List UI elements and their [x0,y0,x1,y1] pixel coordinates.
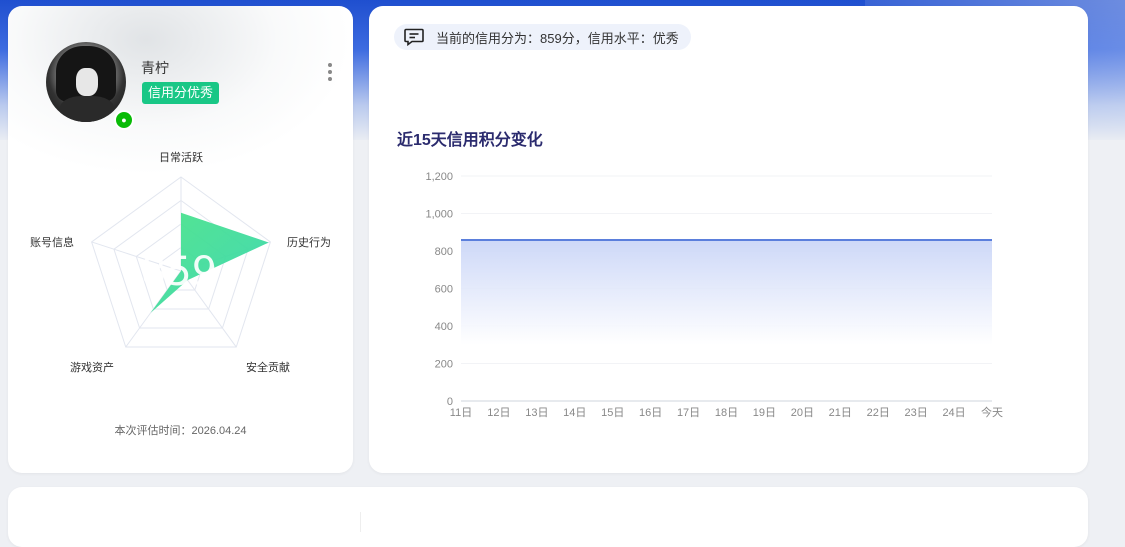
evaluation-time: 本次评估时间：2026.04.24 [114,425,247,437]
message-icon [404,28,424,46]
radar-axis-label: 安全贡献 [246,360,290,374]
credit-radar-chart: 859 日常活跃历史行为安全贡献 游戏资产 账号信息 [30,150,331,374]
y-tick-label: 1,000 [425,209,453,221]
y-tick-label: 1,200 [425,171,453,183]
x-tick-label: 今天 [981,405,1003,419]
x-tick-label: 19日 [753,407,776,419]
bottom-card [8,487,1088,547]
y-tick-label: 600 [435,284,453,296]
credit-score-message: 当前的信用分为：859分，信用水平：优秀 [394,24,691,50]
x-tick-label: 12日 [487,407,510,419]
y-tick-label: 200 [435,359,453,371]
x-tick-label: 20日 [791,407,814,419]
radar-axis-label: 历史行为 [287,236,331,249]
x-tick-label: 23日 [905,407,928,419]
radar-axis-label: 账号信息 [30,235,74,249]
avatar[interactable] [46,42,126,122]
credit-level-badge: 信用分优秀 [142,82,220,104]
x-tick-label: 24日 [942,407,965,419]
x-tick-label: 17日 [677,407,700,419]
divider [360,512,361,532]
x-tick-label: 22日 [867,407,890,419]
credit-trend-chart: 02004006008001,0001,20011日 12日 13日 14日 15日 16… [425,171,1003,419]
credit-score-value: 859 [141,249,217,295]
x-tick-label: 15日 [601,407,624,419]
y-tick-label: 800 [435,246,453,258]
more-options-icon[interactable] [325,63,335,85]
username: 青柠 [141,60,169,76]
profile-card: ● 青柠 信用分优秀 859 日常活跃历史行为安全贡献 游戏资产 账号信息 本次评估时… [8,6,353,473]
y-tick-label: 400 [435,321,453,333]
radar-axis-label: 游戏资产 [70,360,114,374]
x-tick-label: 18日 [715,407,738,419]
radar-axis-label: 日常活跃 [159,150,203,164]
x-tick-label: 13日 [525,407,548,419]
x-tick-label: 16日 [639,407,662,419]
series-area [461,239,992,345]
x-tick-label: 14日 [563,407,586,419]
credit-score-message-text: 当前的信用分为：859分，信用水平：优秀 [436,30,679,46]
credit-trend-card: 当前的信用分为：859分，信用水平：优秀 近15天信用积分变化 0 200 400 6… [369,6,1088,473]
chart-title: 近15天信用积分变化 [397,132,543,149]
x-tick-label: 11日 [450,407,472,419]
x-tick-label: 21日 [829,407,852,419]
wechat-icon: ● [114,110,134,130]
